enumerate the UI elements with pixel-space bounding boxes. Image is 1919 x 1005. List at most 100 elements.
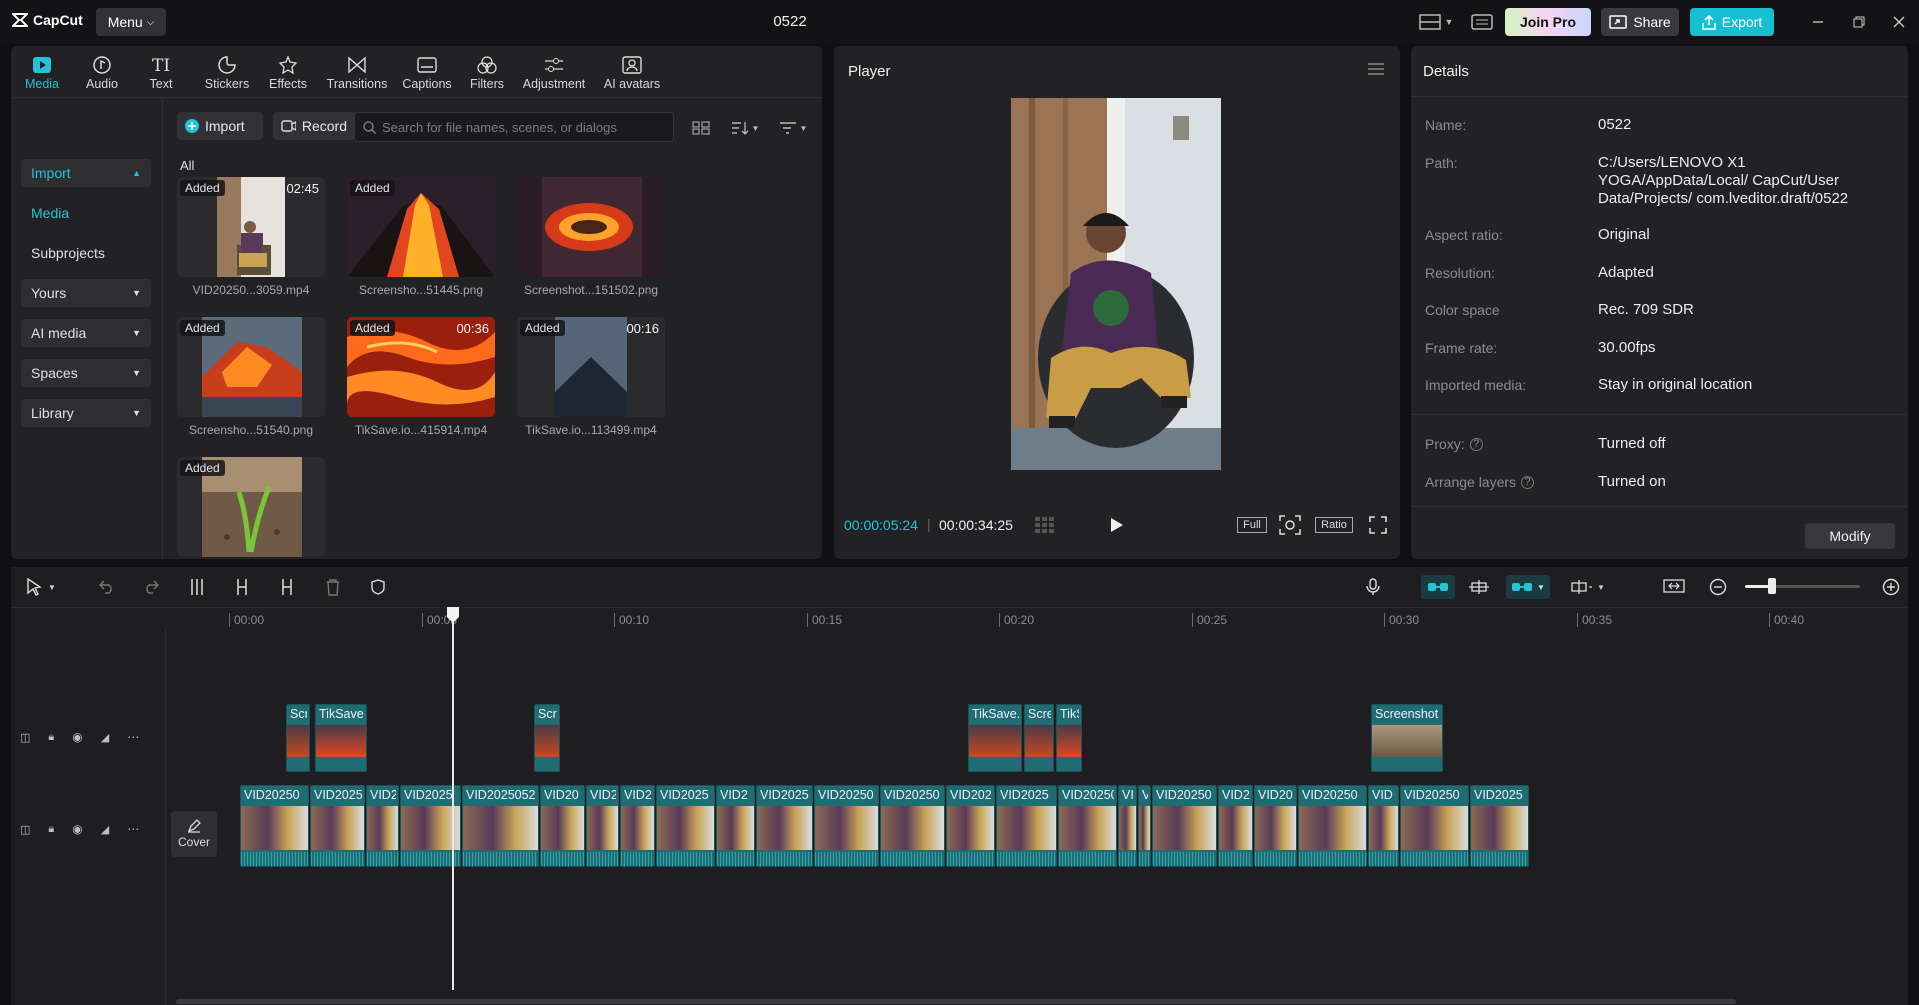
main-clip[interactable]: VID2025 [996,785,1057,867]
main-clip[interactable]: VID2 [366,785,399,867]
delete-right-button[interactable] [277,575,297,599]
media-item[interactable]: Added 02:45 VID20250...3059.mp4 [177,177,325,297]
tool-adjustment[interactable]: Adjustment [519,50,589,96]
main-clip[interactable]: V [1138,785,1151,867]
info-icon[interactable]: ? [1469,437,1483,451]
main-clip[interactable]: VID20 [540,785,585,867]
sidebar-item-import[interactable]: Import ▲ [21,159,151,187]
snapshot-button[interactable] [1277,514,1303,536]
filter-button[interactable]: ▼ [773,116,813,140]
select-tool-button[interactable]: ▼ [21,575,61,599]
main-clip[interactable]: VID2025 [1470,785,1529,867]
overlay-clip[interactable]: Scr [534,704,560,772]
record-audio-button[interactable] [1363,575,1383,599]
main-clip[interactable]: VID20250 [1058,785,1117,867]
timeline-list-button[interactable] [1031,514,1059,536]
main-clip[interactable]: VID2025 [756,785,813,867]
overlay-clip[interactable]: Scre [286,704,310,772]
close-button[interactable] [1886,10,1912,34]
tool-captions[interactable]: Captions [397,50,457,96]
join-pro-button[interactable]: Join Pro [1505,8,1591,36]
zoom-out-button[interactable] [1708,575,1728,599]
sidebar-item-spaces[interactable]: Spaces ▼ [21,359,151,387]
tool-transitions[interactable]: Transitions [321,50,393,96]
media-item[interactable]: Screenshot...151502.png [517,177,665,297]
overlay-clip[interactable]: Scre [1024,704,1054,772]
main-clip[interactable]: VID202 [946,785,995,867]
play-button[interactable] [1104,514,1130,536]
delete-left-button[interactable] [232,575,252,599]
main-clip[interactable]: VID20250 [880,785,945,867]
main-clip[interactable]: VID2 [586,785,619,867]
tool-filters[interactable]: Filters [463,50,511,96]
media-item[interactable]: Added Screensho...51540.png [177,317,325,437]
main-clip[interactable]: VID20250 [1298,785,1367,867]
main-clip[interactable]: VID20250 [1152,785,1217,867]
record-button[interactable]: Record [273,112,355,140]
media-item[interactable]: Added [177,457,325,557]
overlay-clip[interactable]: TikSave [315,704,367,772]
overlay-clip[interactable]: Screenshot [1371,704,1443,772]
main-clip[interactable]: VID20250 [240,785,309,867]
horizontal-scrollbar[interactable] [176,999,1736,1004]
mark-button[interactable] [368,575,388,599]
shortcuts-button[interactable] [1467,10,1497,34]
linkage-button[interactable]: ▼ [1506,575,1550,599]
tool-ai-avatars[interactable]: AI avatars [597,50,667,96]
overlay-clip[interactable]: TikS [1056,704,1082,772]
tool-stickers[interactable]: Stickers [199,50,255,96]
ratio-button[interactable]: Ratio [1315,517,1353,533]
main-track-magnet-button[interactable] [1421,575,1455,599]
tool-audio[interactable]: Audio [79,50,125,96]
video-preview[interactable] [1011,98,1221,470]
menu-button[interactable]: Menu ⌵ [96,8,166,36]
tool-media[interactable]: Media [19,50,65,96]
zoom-slider-handle[interactable] [1768,578,1776,594]
player-menu-button[interactable] [1367,62,1385,76]
sidebar-item-library[interactable]: Library ▼ [21,399,151,427]
main-clip[interactable]: VID20250 [1400,785,1469,867]
redo-button[interactable] [141,575,161,599]
main-clip[interactable]: VID20 [1254,785,1297,867]
sidebar-item-subprojects[interactable]: Subprojects [21,239,151,267]
delete-button[interactable] [323,575,343,599]
search-input[interactable] [382,119,662,135]
restore-button[interactable] [1846,10,1872,34]
main-clip[interactable]: VII [1118,785,1137,867]
view-toggle-button[interactable] [689,116,713,140]
modify-button[interactable]: Modify [1805,523,1895,549]
sidebar-item-yours[interactable]: Yours ▼ [21,279,151,307]
overlay-clip[interactable]: TikSave. [968,704,1022,772]
share-button[interactable]: Share [1601,8,1679,36]
media-item[interactable]: Added 00:16 TikSave.io...113499.mp4 [517,317,665,437]
full-quality-button[interactable]: Full [1237,517,1267,533]
main-clip[interactable]: VID2 [620,785,655,867]
layout-button[interactable]: ▼ [1416,10,1456,34]
sidebar-item-media[interactable]: Media [21,199,151,227]
export-button[interactable]: Export [1690,8,1774,36]
media-item[interactable]: Added Screensho...51445.png [347,177,495,297]
time-ruler[interactable]: 00:00 00:05 00:10 00:15 00:20 00:25 00:3… [11,607,1908,633]
playhead[interactable] [452,610,454,990]
fit-timeline-button[interactable] [1662,575,1686,599]
minimize-button[interactable] [1805,10,1831,34]
snap-button[interactable] [1465,575,1493,599]
sort-button[interactable]: ▼ [725,116,765,140]
main-clip[interactable]: VID20250 [814,785,879,867]
import-button[interactable]: Import [177,112,263,140]
preview-axis-button[interactable]: ▼ [1566,575,1610,599]
zoom-in-button[interactable] [1881,575,1901,599]
media-search[interactable] [354,112,674,142]
main-clip[interactable]: VID2025 [310,785,365,867]
tool-effects[interactable]: Effects [261,50,315,96]
main-clip[interactable]: VID2025 [656,785,715,867]
info-icon[interactable]: ? [1521,475,1535,489]
tool-text[interactable]: TI Text [138,50,184,96]
fullscreen-button[interactable] [1367,514,1389,536]
playhead-handle[interactable] [445,606,461,624]
split-button[interactable] [187,575,207,599]
sidebar-item-ai-media[interactable]: AI media ▼ [21,319,151,347]
undo-button[interactable] [97,575,117,599]
main-clip[interactable]: VID20250522 [462,785,539,867]
main-clip[interactable]: VID2 [1218,785,1253,867]
